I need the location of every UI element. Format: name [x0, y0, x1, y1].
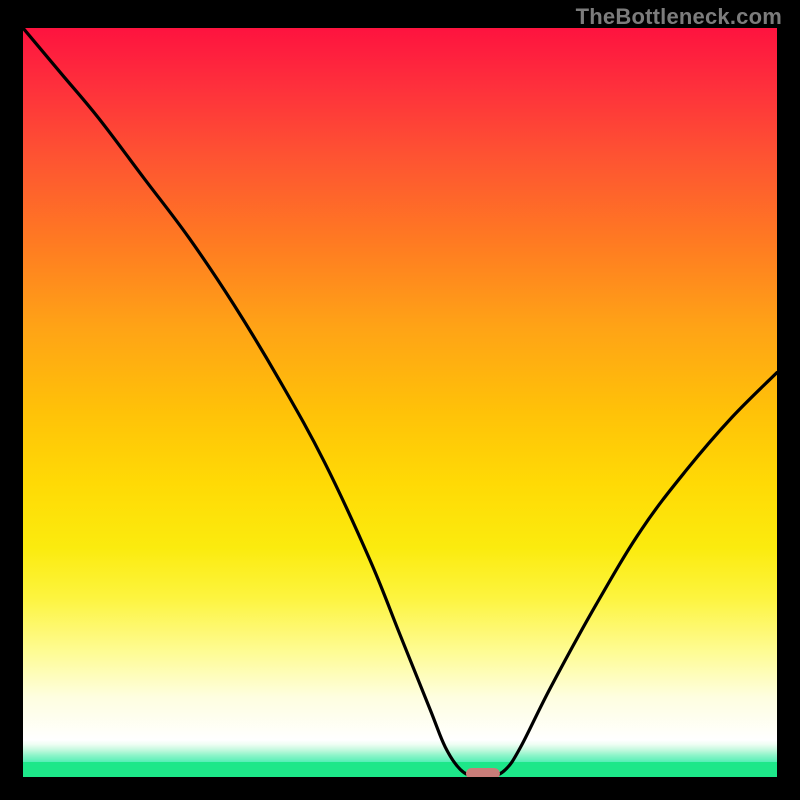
watermark-text: TheBottleneck.com [576, 4, 782, 30]
chart-svg [23, 28, 777, 777]
minimum-marker [466, 768, 500, 777]
bottleneck-curve [23, 28, 777, 777]
chart-frame: TheBottleneck.com [0, 0, 800, 800]
plot-area [23, 28, 777, 777]
